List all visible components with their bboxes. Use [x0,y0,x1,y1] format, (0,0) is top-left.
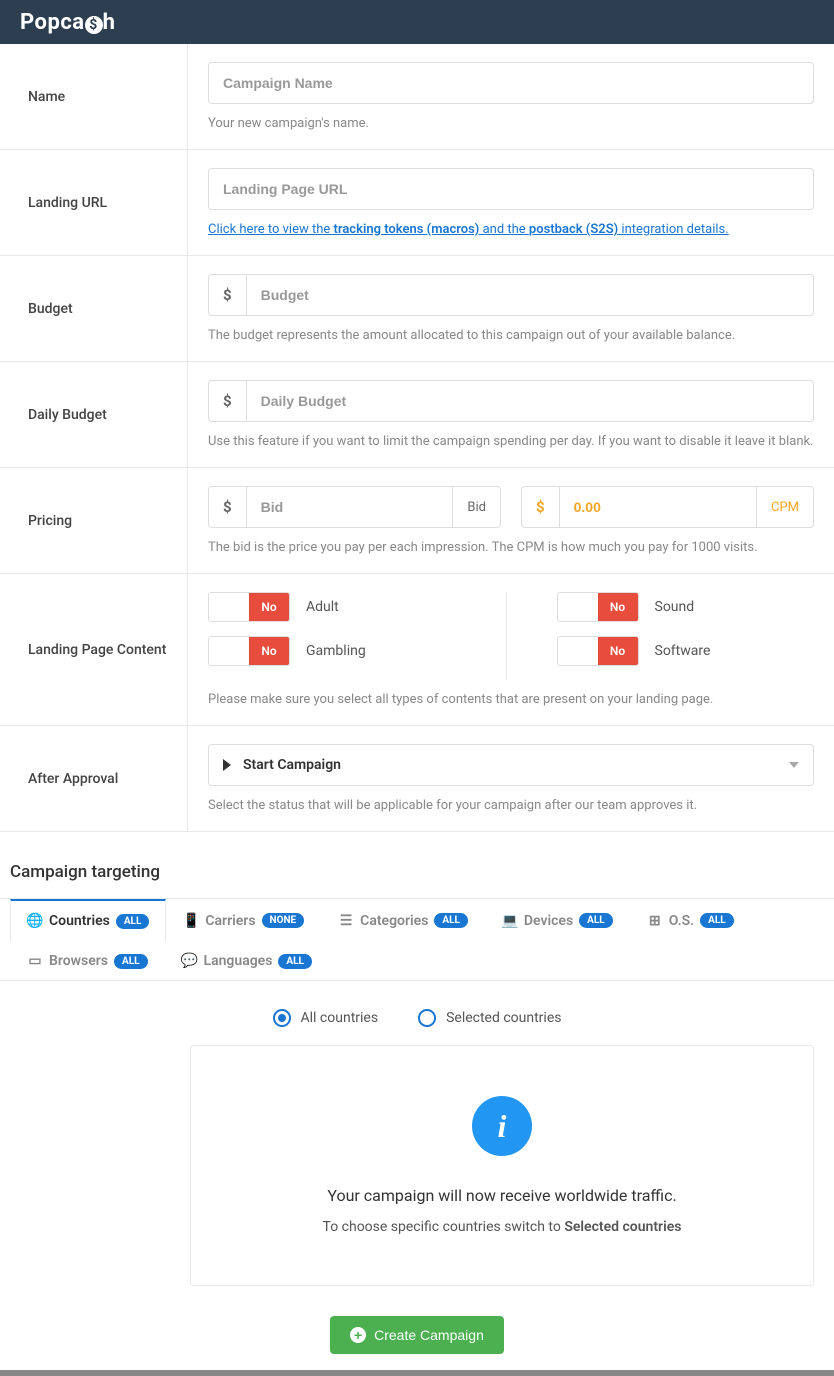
country-mode-radio: All countries Selected countries [0,981,834,1045]
targeting-title: Campaign targeting [0,832,834,898]
targeting-info-panel: i Your campaign will now receive worldwi… [190,1045,814,1286]
tab-devices[interactable]: 💻 Devices ALL [485,899,630,941]
radio-icon [418,1009,436,1027]
dollar-icon: $ [208,486,246,528]
windows-icon: ⊞ [647,913,663,929]
toggle-yes-side [209,593,249,621]
label-after-approval: After Approval [0,726,188,831]
toggle-label-sound: Sound [655,599,695,615]
row-budget: Budget $ The budget represents the amoun… [0,256,834,362]
plus-icon: + [350,1327,366,1343]
tab-carriers[interactable]: 📱 Carriers NONE [166,899,321,941]
chevron-down-icon [789,762,799,768]
tab-browsers[interactable]: ▭ Browsers ALL [10,940,165,981]
row-content: Landing Page Content No Adult No [0,574,834,726]
toggle-label-adult: Adult [306,599,339,615]
row-name: Name Your new campaign's name. [0,44,834,150]
chat-icon: 💬 [182,953,198,969]
helper-after-approval: Select the status that will be applicabl… [208,798,814,813]
create-campaign-button[interactable]: + Create Campaign [330,1316,504,1354]
info-text: Your campaign will now receive worldwide… [221,1186,783,1205]
row-pricing: Pricing $ Bid $ CPM T [0,468,834,574]
bid-input[interactable] [246,486,454,528]
laptop-icon: 💻 [502,913,518,929]
info-icon: i [472,1096,532,1156]
tracking-tokens-link[interactable]: Click here to view the tracking tokens (… [208,222,814,237]
brand-logo: Popca$h [20,10,115,35]
radio-selected-countries[interactable]: Selected countries [418,1009,561,1027]
globe-icon: 🌐 [27,913,43,929]
browser-icon: ▭ [27,953,43,969]
budget-input[interactable] [246,274,814,316]
tab-categories[interactable]: ☰ Categories ALL [321,899,485,941]
radio-all-countries[interactable]: All countries [273,1009,379,1027]
info-subtext: To choose specific countries switch to S… [221,1219,783,1235]
toggle-adult[interactable]: No [208,592,290,622]
after-approval-select[interactable]: Start Campaign [208,744,814,786]
targeting-tabs: 🌐 Countries ALL 📱 Carriers NONE ☰ Catego… [0,898,834,981]
landing-url-input[interactable] [208,168,814,210]
label-name: Name [0,44,188,149]
label-landing-url: Landing URL [0,150,188,255]
row-after-approval: After Approval Start Campaign Select the… [0,726,834,832]
helper-name: Your new campaign's name. [208,116,814,131]
campaign-form: Name Your new campaign's name. Landing U… [0,44,834,832]
helper-content: Please make sure you select all types of… [208,692,814,707]
dollar-icon: $ [521,486,559,528]
label-pricing: Pricing [0,468,188,573]
campaign-name-input[interactable] [208,62,814,104]
helper-pricing: The bid is the price you pay per each im… [208,540,814,555]
phone-icon: 📱 [183,913,199,929]
toggle-gambling[interactable]: No [208,636,290,666]
label-budget: Budget [0,256,188,361]
radio-icon [273,1009,291,1027]
helper-daily-budget: Use this feature if you want to limit th… [208,434,814,449]
list-icon: ☰ [338,913,354,929]
row-daily-budget: Daily Budget $ Use this feature if you w… [0,362,834,468]
bottom-bar [0,1370,834,1376]
row-landing-url: Landing URL Click here to view the track… [0,150,834,256]
toggle-sound[interactable]: No [557,592,639,622]
tab-os[interactable]: ⊞ O.S. ALL [630,899,751,941]
toggle-software[interactable]: No [557,636,639,666]
helper-budget: The budget represents the amount allocat… [208,328,814,343]
after-approval-value: Start Campaign [243,757,341,773]
dollar-icon: $ [208,380,246,422]
play-icon [223,759,231,771]
label-content: Landing Page Content [0,574,188,725]
dollar-icon: $ [208,274,246,316]
app-header: Popca$h [0,0,834,44]
toggle-no-side: No [249,593,289,621]
tab-countries[interactable]: 🌐 Countries ALL [10,899,166,941]
bid-suffix: Bid [453,486,501,528]
tab-languages[interactable]: 💬 Languages ALL [165,940,329,981]
daily-budget-input[interactable] [246,380,814,422]
toggle-label-gambling: Gambling [306,643,366,659]
toggle-label-software: Software [655,643,711,659]
cpm-suffix: CPM [757,486,814,528]
label-daily-budget: Daily Budget [0,362,188,467]
footer: + Create Campaign [0,1306,834,1370]
cpm-display [559,486,757,528]
